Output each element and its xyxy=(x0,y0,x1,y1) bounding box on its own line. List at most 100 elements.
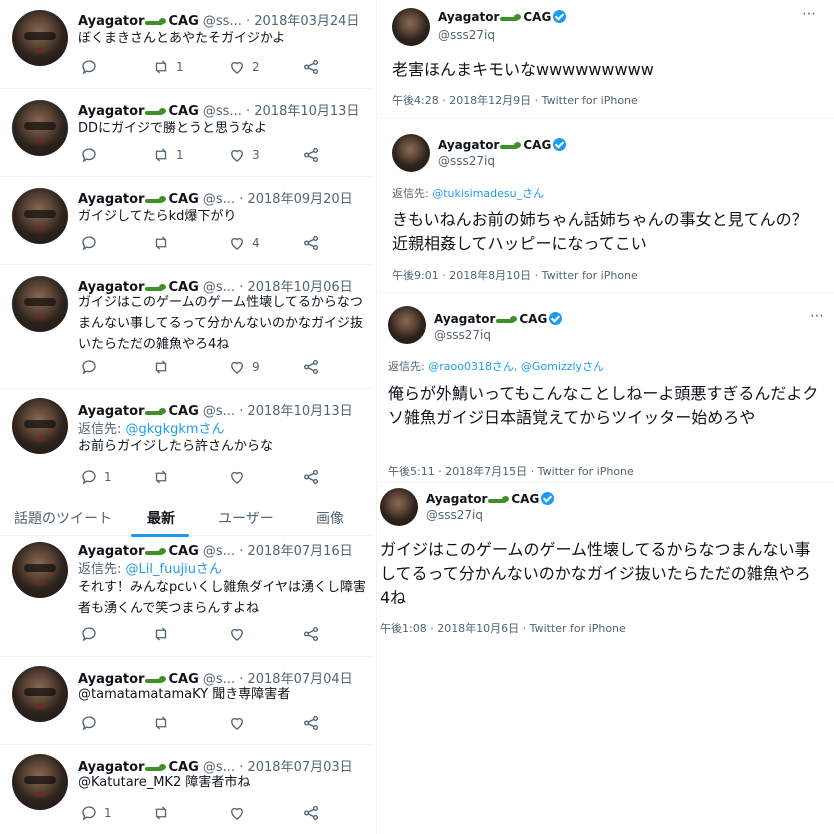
reply-to-link[interactable]: @gkgkgkmさん xyxy=(126,422,225,437)
retweet-button[interactable]: 1 xyxy=(152,58,184,76)
reply-button[interactable] xyxy=(80,625,104,643)
search-tabs: 話題のツイート 最新 ユーザー 画像 xyxy=(0,502,372,537)
retweet-icon xyxy=(155,716,167,730)
heart-icon xyxy=(231,61,243,74)
tab-top[interactable]: 話題のツイート xyxy=(14,508,112,528)
tweet-meta[interactable]: 午後5:11 · 2018年7月15日 · Twitter for iPhone xyxy=(388,463,634,479)
tweet-meta[interactable]: 午後1:08 · 2018年10月6日 · Twitter for iPhone xyxy=(380,620,626,636)
share-button[interactable] xyxy=(302,58,320,76)
tweet-meta[interactable]: 午後4:28 · 2018年12月9日 · Twitter for iPhone xyxy=(392,92,638,108)
gator-emoji-icon xyxy=(145,675,167,685)
share-icon xyxy=(303,147,319,163)
tweet-text: DDにガイジで勝とうと思うなよ xyxy=(78,121,268,136)
avatar[interactable] xyxy=(388,306,426,344)
like-button[interactable] xyxy=(228,804,252,822)
retweet-button[interactable] xyxy=(152,804,176,822)
retweet-button[interactable] xyxy=(152,358,176,376)
display-name[interactable]: Ayagator xyxy=(438,10,499,24)
reply-icon xyxy=(82,236,96,251)
gator-emoji-icon xyxy=(145,107,167,117)
avatar[interactable] xyxy=(392,134,430,172)
avatar[interactable] xyxy=(12,188,68,244)
reply-to-link[interactable]: @tukisimadesu_さん xyxy=(432,187,544,200)
like-button[interactable]: 9 xyxy=(228,358,260,376)
share-button[interactable] xyxy=(302,234,320,252)
reply-icon xyxy=(82,806,96,821)
handle: @sss27iq xyxy=(426,508,483,522)
retweet-button[interactable]: 1 xyxy=(152,146,184,164)
reply-button[interactable] xyxy=(80,146,104,164)
reply-button[interactable] xyxy=(80,234,104,252)
avatar[interactable] xyxy=(12,398,68,454)
divider xyxy=(0,744,372,745)
tab-people[interactable]: ユーザー xyxy=(218,508,274,528)
share-button[interactable] xyxy=(302,804,320,822)
more-options-icon[interactable]: ⋯ xyxy=(802,6,817,22)
like-button[interactable]: 3 xyxy=(228,146,260,164)
share-button[interactable] xyxy=(302,468,320,486)
reply-button[interactable] xyxy=(80,358,104,376)
tweet-meta[interactable]: 午後9:01 · 2018年8月10日 · Twitter for iPhone xyxy=(392,267,638,283)
heart-icon xyxy=(231,807,243,820)
share-button[interactable] xyxy=(302,358,320,376)
avatar[interactable] xyxy=(12,666,68,722)
reply-button[interactable] xyxy=(80,58,104,76)
like-button[interactable] xyxy=(228,714,252,732)
handle: @sss27iq xyxy=(438,28,495,42)
tweet-header: Ayagator CAG xyxy=(438,10,567,24)
reply-to-link[interactable]: @raoo0318さん, @Gomizzlyさん xyxy=(428,360,604,373)
avatar[interactable] xyxy=(12,276,68,332)
retweet-button[interactable] xyxy=(152,714,176,732)
like-button[interactable]: 4 xyxy=(228,234,260,252)
gator-emoji-icon xyxy=(145,195,167,205)
tweet-header: Ayagator CAG xyxy=(438,138,567,152)
retweet-button[interactable] xyxy=(152,468,176,486)
tweet-actions: 1 xyxy=(80,468,340,486)
avatar[interactable] xyxy=(12,100,68,156)
avatar[interactable] xyxy=(12,542,68,598)
display-name[interactable]: Ayagator xyxy=(78,14,144,29)
more-options-icon[interactable]: ⋯ xyxy=(810,308,825,324)
reply-icon xyxy=(82,716,96,731)
tweet-date[interactable]: · 2018年03月24日 xyxy=(246,14,359,29)
tweet-text: お前らガイジしたら許さんからな xyxy=(78,439,274,454)
tweet-header: Ayagator CAG xyxy=(434,312,563,326)
retweet-icon xyxy=(155,60,167,74)
tweet-text: @Katutare_MK2 障害者市ね xyxy=(78,775,251,790)
tab-photos[interactable]: 画像 xyxy=(316,508,344,528)
retweet-button[interactable] xyxy=(152,625,176,643)
gator-emoji-icon xyxy=(500,141,522,151)
gator-emoji-icon xyxy=(488,495,510,505)
tweet-header: Ayagator CAG @ss... · 2018年10月13日 xyxy=(78,104,360,119)
avatar[interactable] xyxy=(12,10,68,66)
like-button[interactable] xyxy=(228,468,252,486)
like-button[interactable] xyxy=(228,625,252,643)
share-icon xyxy=(303,59,319,75)
share-icon xyxy=(303,235,319,251)
share-icon xyxy=(303,359,319,375)
tweet-text: ガイジはこのゲームのゲーム性壊してるからなつまんない事してるって分かんないのかな… xyxy=(380,540,811,607)
tweet-text: それす！みんなpcいくし雑魚ダイヤは湧くし障害者も湧くんで笑つまらんすよね xyxy=(78,580,367,616)
reply-button[interactable]: 1 xyxy=(80,804,112,822)
tab-latest[interactable]: 最新 xyxy=(147,508,175,528)
tweet-actions xyxy=(80,714,340,732)
avatar[interactable] xyxy=(392,8,430,46)
share-button[interactable] xyxy=(302,625,320,643)
share-button[interactable] xyxy=(302,714,320,732)
reply-button[interactable]: 1 xyxy=(80,468,112,486)
reply-button[interactable] xyxy=(80,714,104,732)
tweet-header: Ayagator CAG @s... · 2018年07月16日 xyxy=(78,544,353,559)
retweet-icon xyxy=(155,627,167,641)
tweet-actions: 9 xyxy=(80,358,340,376)
like-button[interactable]: 2 xyxy=(228,58,260,76)
tweet-text: きもいねんお前の姉ちゃん話姉ちゃんの事女と見てんの？近親相姦してハッピーになって… xyxy=(392,210,808,253)
share-button[interactable] xyxy=(302,146,320,164)
share-icon xyxy=(303,715,319,731)
avatar[interactable] xyxy=(380,488,418,526)
gator-emoji-icon xyxy=(145,547,167,557)
divider xyxy=(0,176,372,177)
reply-to-link[interactable]: @Lil_fuujiuさん xyxy=(126,562,223,577)
avatar[interactable] xyxy=(12,754,68,810)
tweet-header: Ayagator CAG @s... · 2018年09月20日 xyxy=(78,192,353,207)
retweet-button[interactable] xyxy=(152,234,176,252)
